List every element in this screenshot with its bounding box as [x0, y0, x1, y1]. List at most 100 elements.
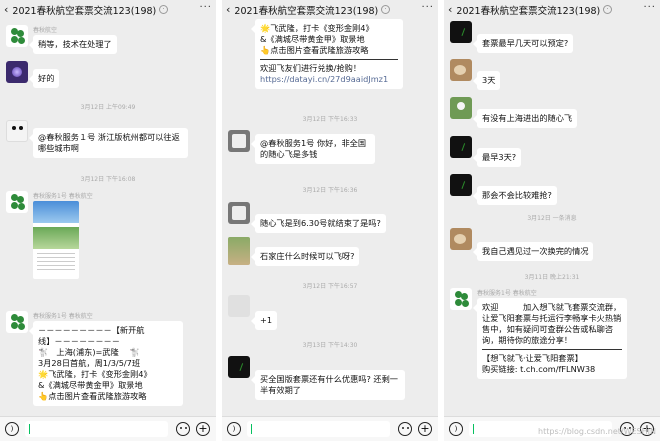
message-line: 欢迎 加入想飞就飞套票交流群，让爱飞阳套票与托运行李畅享卡火热销售中，如有疑问可…	[482, 302, 622, 345]
timestamp: 3月13日 下午14:30	[302, 342, 358, 349]
avatar[interactable]	[228, 202, 250, 224]
chat-header: ‹ 2021春秋航空套票交流123(198) · ···	[444, 0, 660, 19]
message-list[interactable]: 🌟飞武隆，打卡《变形金刚4》 &《满城尽带黄金甲》取景地 👆点击图片查看武隆旅游…	[222, 19, 438, 416]
message-list[interactable]: 套票最早几天可以预定? 3天 有没有上海进出的随心飞 最早3天? 那会不会比较难…	[444, 19, 660, 416]
more-icon[interactable]: ···	[199, 2, 212, 13]
message: 好的	[6, 61, 60, 88]
avatar[interactable]	[6, 120, 28, 142]
chat-title: 2021春秋航空套票交流123(198)	[12, 5, 157, 17]
avatar[interactable]	[228, 295, 250, 317]
message-bubble[interactable]: 好的	[28, 69, 60, 88]
system-notice: 3月12日 一条消息	[527, 215, 577, 222]
plus-icon[interactable]: +	[418, 422, 432, 436]
message-bubble[interactable]: 我自己遇见过一次换完的情况	[472, 242, 594, 261]
mute-icon: ·	[603, 5, 613, 14]
message-bubble[interactable]: 3天	[472, 71, 501, 90]
message: 买全国版套票还有什么优惠吗? 还剩一半有效期了	[228, 356, 405, 400]
message-bubble[interactable]: 有没有上海进出的随心飞	[472, 109, 578, 128]
message-bubble[interactable]: @春秋服务1号 你好，非全国的随心飞是多钱	[251, 134, 375, 164]
message-line: －－－－－－－－－【新开航	[38, 325, 145, 335]
timestamp: 3月11日 晚上21:31	[524, 274, 580, 281]
sender-name: 春秋服务1号 春秋航空	[33, 313, 93, 320]
message: 🌟飞武隆，打卡《变形金刚4》 &《满城尽带黄金甲》取景地 👆点击图片查看武隆旅游…	[251, 19, 403, 89]
avatar[interactable]	[6, 25, 28, 47]
back-icon[interactable]: ‹	[4, 3, 8, 16]
promo-image[interactable]	[33, 201, 79, 279]
chat-pane-1: ‹ 2021春秋航空套票交流123(198) · ··· 春秋航空 稍等，技术在…	[0, 0, 216, 441]
message-list[interactable]: 春秋航空 稍等，技术在处理了 好的 3月12日 上午09:49 @春秋服务１号 …	[0, 19, 216, 416]
timestamp: 3月12日 下午16:36	[302, 187, 358, 194]
promo-link[interactable]: https://datayi.cn/27d9aaidJmz1	[260, 74, 398, 85]
message-line: &《满城尽带黄金甲》取景地	[38, 380, 143, 390]
timestamp: 3月12日 上午09:49	[80, 104, 136, 111]
message-bubble[interactable]: 最早3天?	[472, 148, 522, 167]
message-line: 【想飞就飞·让爱飞阳套票】	[482, 353, 583, 363]
more-icon[interactable]: ···	[643, 2, 656, 13]
message-line: 👆点击图片查看武隆旅游攻略	[260, 45, 369, 55]
input-bar: ) +	[222, 416, 438, 441]
chat-pane-3: ‹ 2021春秋航空套票交流123(198) · ··· 套票最早几天可以预定?…	[444, 0, 660, 441]
avatar[interactable]	[450, 228, 472, 250]
sender-name: 春秋服务1号 春秋航空	[477, 290, 537, 297]
avatar[interactable]	[450, 59, 472, 81]
message-bubble[interactable]: －－－－－－－－－【新开航 线】－－－－－－－－ 🐩 上海(浦东)=武隆 🐩 3…	[29, 321, 183, 406]
avatar[interactable]	[450, 97, 472, 119]
back-icon[interactable]: ‹	[448, 3, 452, 16]
chat-header: ‹ 2021春秋航空套票交流123(198) · ···	[0, 0, 216, 19]
message-bubble[interactable]: 稍等，技术在处理了	[29, 35, 117, 54]
message-bubble[interactable]: 欢迎 加入想飞就飞套票交流群，让爱飞阳套票与托运行李畅享卡火热销售中，如有疑问可…	[473, 298, 627, 379]
sender-name: 春秋服务1号 春秋航空	[33, 193, 93, 200]
message-input[interactable]	[247, 421, 390, 437]
message-line: 3月28日首航，周1/3/5/7班	[38, 358, 141, 368]
input-bar: ) +	[0, 416, 216, 441]
voice-icon[interactable]: )	[449, 422, 463, 436]
message: @春秋服务１号 浙江版杭州都可以往返哪些城市啊	[6, 120, 188, 158]
message: 最早3天?	[450, 136, 522, 167]
message-line: 欢迎飞友们进行兑换/抢购！	[260, 63, 362, 73]
emoji-icon[interactable]	[176, 422, 190, 436]
emoji-icon[interactable]	[398, 422, 412, 436]
more-icon[interactable]: ···	[421, 2, 434, 13]
watermark: https://blog.csdn.net/WESHIN	[538, 427, 656, 436]
message-bubble[interactable]: 买全国版套票还有什么优惠吗? 还剩一半有效期了	[251, 370, 405, 400]
voice-icon[interactable]: )	[227, 422, 241, 436]
message-bubble[interactable]: +1	[250, 311, 278, 330]
avatar[interactable]	[228, 356, 250, 378]
plus-icon[interactable]: +	[196, 422, 210, 436]
chat-title: 2021春秋航空套票交流123(198)	[234, 5, 379, 17]
voice-icon[interactable]: )	[5, 422, 19, 436]
avatar[interactable]	[6, 191, 28, 213]
message: 套票最早几天可以预定?	[450, 21, 574, 53]
message: 春秋航空 稍等，技术在处理了	[6, 25, 117, 54]
avatar[interactable]	[450, 288, 472, 310]
message-bubble[interactable]: 石家庄什么时候可以飞呀?	[250, 247, 360, 266]
back-icon[interactable]: ‹	[226, 3, 230, 16]
message: 随心飞是到6.30号就结束了是吗?	[228, 202, 386, 233]
avatar[interactable]	[450, 136, 472, 158]
message-line: &《满城尽带黄金甲》取景地	[260, 34, 365, 44]
message: @春秋服务1号 你好，非全国的随心飞是多钱	[228, 130, 375, 164]
avatar[interactable]	[228, 237, 250, 265]
message: 石家庄什么时候可以飞呀?	[228, 237, 360, 266]
avatar[interactable]	[6, 311, 28, 333]
message-line: 👆点击图片查看武隆旅游攻略	[38, 391, 147, 401]
chat-header: ‹ 2021春秋航空套票交流123(198) · ···	[222, 0, 438, 19]
message: +1	[228, 295, 278, 330]
avatar[interactable]	[450, 21, 472, 43]
message: 有没有上海进出的随心飞	[450, 97, 578, 128]
message-input[interactable]	[25, 421, 168, 437]
timestamp: 3月12日 下午16:57	[302, 283, 358, 290]
mute-icon: ·	[381, 5, 391, 14]
message: 春秋服务1号 春秋航空	[6, 191, 93, 279]
message: 春秋服务1号 春秋航空 －－－－－－－－－【新开航 线】－－－－－－－－ 🐩 上…	[6, 311, 183, 406]
message-bubble[interactable]: 套票最早几天可以预定?	[472, 34, 574, 53]
chat-pane-2: ‹ 2021春秋航空套票交流123(198) · ··· 🌟飞武隆，打卡《变形金…	[222, 0, 438, 441]
message: 我自己遇见过一次换完的情况	[450, 228, 594, 261]
avatar[interactable]	[6, 61, 28, 83]
message-bubble[interactable]: @春秋服务１号 浙江版杭州都可以往返哪些城市啊	[29, 128, 188, 158]
avatar[interactable]	[450, 174, 472, 196]
message-bubble[interactable]: 🌟飞武隆，打卡《变形金刚4》 &《满城尽带黄金甲》取景地 👆点击图片查看武隆旅游…	[251, 19, 403, 89]
message-bubble[interactable]: 那会不会比较难抢?	[473, 186, 557, 205]
message-bubble[interactable]: 随心飞是到6.30号就结束了是吗?	[251, 214, 386, 233]
avatar[interactable]	[228, 130, 250, 152]
